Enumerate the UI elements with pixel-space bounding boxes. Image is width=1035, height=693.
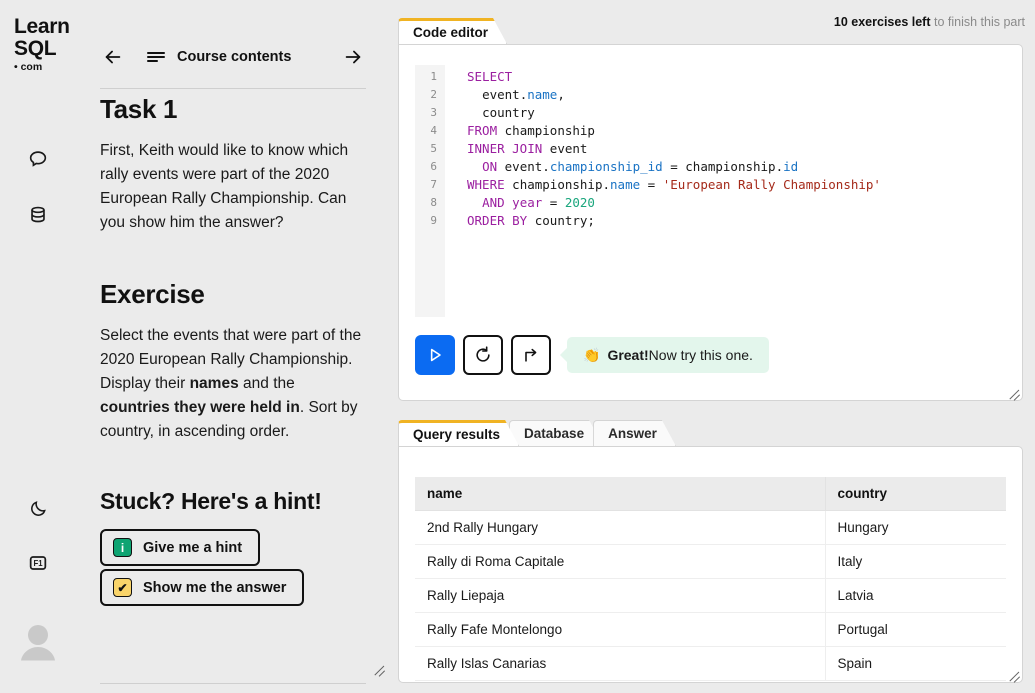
tab-query-results[interactable]: Query results bbox=[398, 420, 519, 446]
learnsql-logo[interactable]: Learn SQL • com bbox=[14, 16, 70, 73]
table-cell: Rally Liepaja bbox=[415, 578, 826, 613]
icon-rail: Learn SQL • com F1 bbox=[0, 0, 76, 693]
task-heading: Task 1 bbox=[100, 94, 178, 124]
results-table-body: 2nd Rally Hungary Hungary Rally di Roma Ca… bbox=[415, 510, 1006, 681]
table-cell: Portugal bbox=[825, 612, 1006, 647]
line-number-gutter: 1 2 3 4 5 6 7 8 9 bbox=[415, 65, 445, 317]
exercise-bold-1: names bbox=[189, 375, 239, 392]
editor-action-buttons: 👏 Great! Now try this one. bbox=[415, 335, 769, 375]
editor-resize-grip[interactable] bbox=[1007, 385, 1021, 399]
line-number: 9 bbox=[430, 214, 437, 227]
exercise-text-2: and the bbox=[238, 375, 295, 392]
line-number: 8 bbox=[430, 196, 437, 209]
info-icon: i bbox=[113, 538, 132, 557]
task-panel: Course contents Task 1 First, Keith woul… bbox=[76, 0, 390, 693]
results-table: name country 2nd Rally Hungary Hungary Ral… bbox=[415, 477, 1006, 681]
check-icon: ✔ bbox=[113, 578, 132, 597]
table-cell: Rally di Roma Capitale bbox=[415, 544, 826, 579]
feedback-rest: Now try this one. bbox=[648, 347, 753, 363]
hint-heading: Stuck? Here's a hint! bbox=[100, 488, 322, 514]
table-cell: Spain bbox=[825, 646, 1006, 681]
show-me-the-answer-label: Show me the answer bbox=[143, 579, 287, 596]
line-number: 2 bbox=[430, 88, 437, 101]
table-row: Rally di Roma Capitale Italy bbox=[415, 544, 1006, 579]
next-lesson-button[interactable] bbox=[340, 44, 366, 70]
tab-answer-label: Answer bbox=[608, 426, 657, 441]
column-header-name[interactable]: name bbox=[415, 477, 826, 511]
table-row: Rally Liepaja Latvia bbox=[415, 578, 1006, 613]
results-tabrow: Query results Database Answer bbox=[398, 420, 1035, 446]
give-me-a-hint-label: Give me a hint bbox=[143, 539, 243, 556]
logo-line-2: SQL bbox=[14, 37, 57, 60]
column-header-country[interactable]: country bbox=[825, 477, 1006, 511]
table-cell: Hungary bbox=[825, 510, 1006, 545]
run-query-button[interactable] bbox=[415, 335, 455, 375]
chat-icon[interactable] bbox=[24, 145, 52, 173]
course-contents-menu-icon[interactable] bbox=[146, 48, 166, 66]
table-row: 2nd Rally Hungary Hungary bbox=[415, 510, 1006, 545]
table-cell: 2nd Rally Hungary bbox=[415, 510, 826, 545]
clap-icon: 👏 bbox=[583, 346, 601, 363]
give-me-a-hint-button[interactable]: i Give me a hint bbox=[100, 529, 261, 566]
app-root: Learn SQL • com F1 Course contents Task … bbox=[0, 0, 1035, 693]
results-table-head: name country bbox=[415, 477, 1006, 511]
tab-query-results-label: Query results bbox=[413, 427, 501, 442]
sql-code[interactable]: SELECT event.name, country FROM champion… bbox=[445, 65, 1006, 317]
course-contents-label[interactable]: Course contents bbox=[177, 49, 291, 65]
code-editor-area[interactable]: 1 2 3 4 5 6 7 8 9 SELECT event.name, country FRO… bbox=[415, 65, 1006, 317]
editor-tabrow: Code editor bbox=[398, 18, 1035, 44]
nav-divider bbox=[100, 88, 366, 89]
feedback-tooltip: 👏 Great! Now try this one. bbox=[560, 337, 769, 373]
tab-code-editor[interactable]: Code editor bbox=[398, 18, 507, 44]
tab-database-label: Database bbox=[524, 426, 585, 441]
avatar-icon[interactable] bbox=[20, 622, 56, 664]
lesson-content: Task 1 First, Keith would like to know w… bbox=[100, 94, 366, 606]
next-exercise-button[interactable] bbox=[511, 335, 551, 375]
table-row: Rally Fafe Montelongo Portugal bbox=[415, 612, 1006, 647]
table-cell: Rally Fafe Montelongo bbox=[415, 612, 826, 647]
logo-line-3: • com bbox=[14, 61, 43, 73]
left-panel-resize-grip[interactable] bbox=[372, 661, 386, 675]
exercise-bold-2: countries they were held in bbox=[100, 399, 300, 416]
line-number: 3 bbox=[430, 106, 437, 119]
table-header-row: name country bbox=[415, 477, 1006, 511]
table-row: Rally Islas Canarias Spain bbox=[415, 646, 1006, 681]
exercise-paragraph: Select the events that were part of the … bbox=[100, 324, 366, 444]
line-number: 1 bbox=[430, 70, 437, 83]
tab-database[interactable]: Database bbox=[509, 420, 603, 446]
f1-key-icon[interactable]: F1 bbox=[24, 549, 52, 577]
line-number: 5 bbox=[430, 142, 437, 155]
results-resize-grip[interactable] bbox=[1007, 667, 1021, 681]
exercise-heading: Exercise bbox=[100, 279, 205, 309]
svg-text:F1: F1 bbox=[33, 559, 43, 568]
show-me-the-answer-button[interactable]: ✔ Show me the answer bbox=[100, 569, 305, 606]
tab-code-editor-label: Code editor bbox=[413, 25, 489, 40]
line-number: 6 bbox=[430, 160, 437, 173]
database-icon[interactable] bbox=[24, 201, 52, 229]
task-paragraph: First, Keith would like to know which ra… bbox=[100, 142, 349, 231]
query-results-panel: name country 2nd Rally Hungary Hungary Ral… bbox=[398, 446, 1023, 683]
table-cell: Italy bbox=[825, 544, 1006, 579]
code-editor-panel: 1 2 3 4 5 6 7 8 9 SELECT event.name, country FRO… bbox=[398, 44, 1023, 401]
workspace: 10 exercises left to finish this part Co… bbox=[398, 0, 1035, 693]
line-number: 4 bbox=[430, 124, 437, 137]
feedback-bold: Great! bbox=[607, 347, 649, 363]
previous-lesson-button[interactable] bbox=[100, 44, 126, 70]
line-number: 7 bbox=[430, 178, 437, 191]
table-cell: Latvia bbox=[825, 578, 1006, 613]
course-nav: Course contents bbox=[100, 40, 366, 74]
moon-icon[interactable] bbox=[24, 494, 52, 522]
tab-answer[interactable]: Answer bbox=[593, 420, 676, 446]
reset-button[interactable] bbox=[463, 335, 503, 375]
results-table-wrap: name country 2nd Rally Hungary Hungary Ral… bbox=[415, 477, 1006, 681]
bottom-divider bbox=[100, 683, 366, 684]
table-cell: Rally Islas Canarias bbox=[415, 646, 826, 681]
logo-line-1: Learn bbox=[14, 15, 70, 38]
